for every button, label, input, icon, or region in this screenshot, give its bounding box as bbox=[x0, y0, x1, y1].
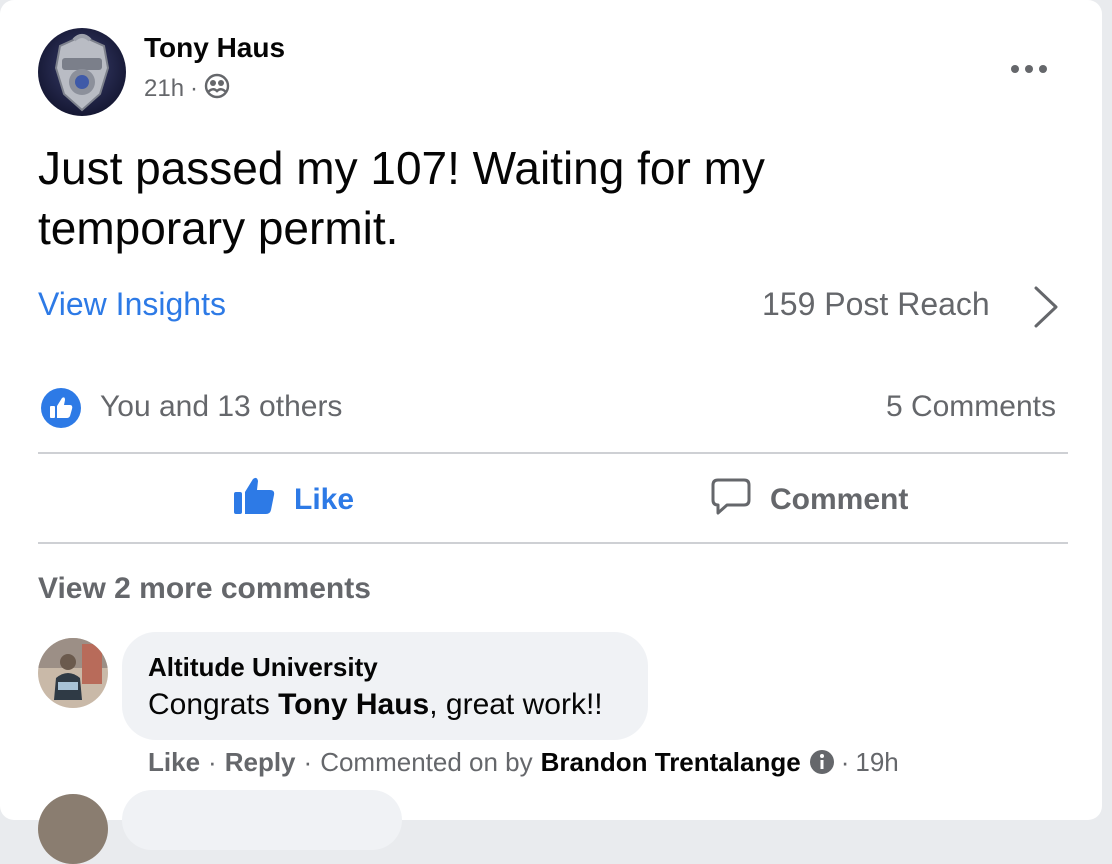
separator-dot: · bbox=[303, 746, 313, 777]
meta-separator: · bbox=[190, 75, 199, 102]
comment-text: Congrats Tony Haus, great work!! bbox=[148, 688, 603, 722]
chevron-right-icon[interactable] bbox=[1028, 284, 1062, 330]
comment-reply-link[interactable]: Reply bbox=[225, 747, 296, 778]
author-avatar[interactable] bbox=[38, 28, 126, 116]
comment-button-label: Comment bbox=[770, 483, 909, 516]
post-reach[interactable]: 159 Post Reach bbox=[762, 286, 990, 323]
divider-bottom bbox=[38, 542, 1068, 544]
comment-mention[interactable]: Tony Haus bbox=[278, 688, 429, 721]
commenter-name[interactable]: Brandon Trentalange bbox=[541, 747, 801, 778]
comment-time[interactable]: 19h bbox=[855, 747, 898, 778]
post-time[interactable]: 21h bbox=[144, 75, 184, 103]
reactions-summary[interactable]: You and 13 others bbox=[100, 390, 342, 424]
comment-actions: Like · Reply · Commented on by Brandon T… bbox=[148, 746, 899, 778]
post-meta: 21h · bbox=[144, 73, 230, 106]
info-icon[interactable] bbox=[809, 749, 835, 775]
like-reaction-icon bbox=[40, 387, 82, 429]
commented-on-by-label: Commented on by bbox=[320, 746, 533, 777]
commenter-avatar[interactable] bbox=[38, 638, 108, 708]
friends-icon[interactable] bbox=[204, 73, 230, 106]
more-options-icon[interactable] bbox=[1004, 54, 1054, 84]
separator-dot: · bbox=[208, 746, 217, 777]
view-more-comments-link[interactable]: View 2 more comments bbox=[38, 572, 371, 606]
next-comment-bubble bbox=[122, 790, 402, 850]
comment-button[interactable]: Comment bbox=[710, 470, 908, 530]
divider-top bbox=[38, 452, 1068, 454]
comment-icon bbox=[710, 476, 752, 524]
comment-text-prefix: Congrats bbox=[148, 688, 279, 721]
view-insights-link[interactable]: View Insights bbox=[38, 286, 226, 323]
post-author-name[interactable]: Tony Haus bbox=[144, 32, 285, 64]
like-button[interactable]: Like bbox=[232, 470, 354, 530]
thumbs-up-icon bbox=[232, 476, 276, 524]
comment-text-suffix: , great work!! bbox=[429, 688, 603, 721]
comments-count[interactable]: 5 Comments bbox=[886, 390, 1056, 424]
post-card: Tony Haus 21h · Just passed my 107! Wait… bbox=[0, 0, 1102, 864]
comment-author[interactable]: Altitude University bbox=[148, 652, 378, 683]
comment-like-link[interactable]: Like bbox=[148, 747, 200, 778]
separator-dot: · bbox=[840, 746, 850, 777]
like-button-label: Like bbox=[294, 483, 355, 516]
post-text: Just passed my 107! Waiting for my tempo… bbox=[38, 142, 765, 254]
next-commenter-avatar[interactable] bbox=[38, 794, 108, 864]
comment-bubble: Altitude University Congrats Tony Haus, … bbox=[122, 632, 648, 740]
